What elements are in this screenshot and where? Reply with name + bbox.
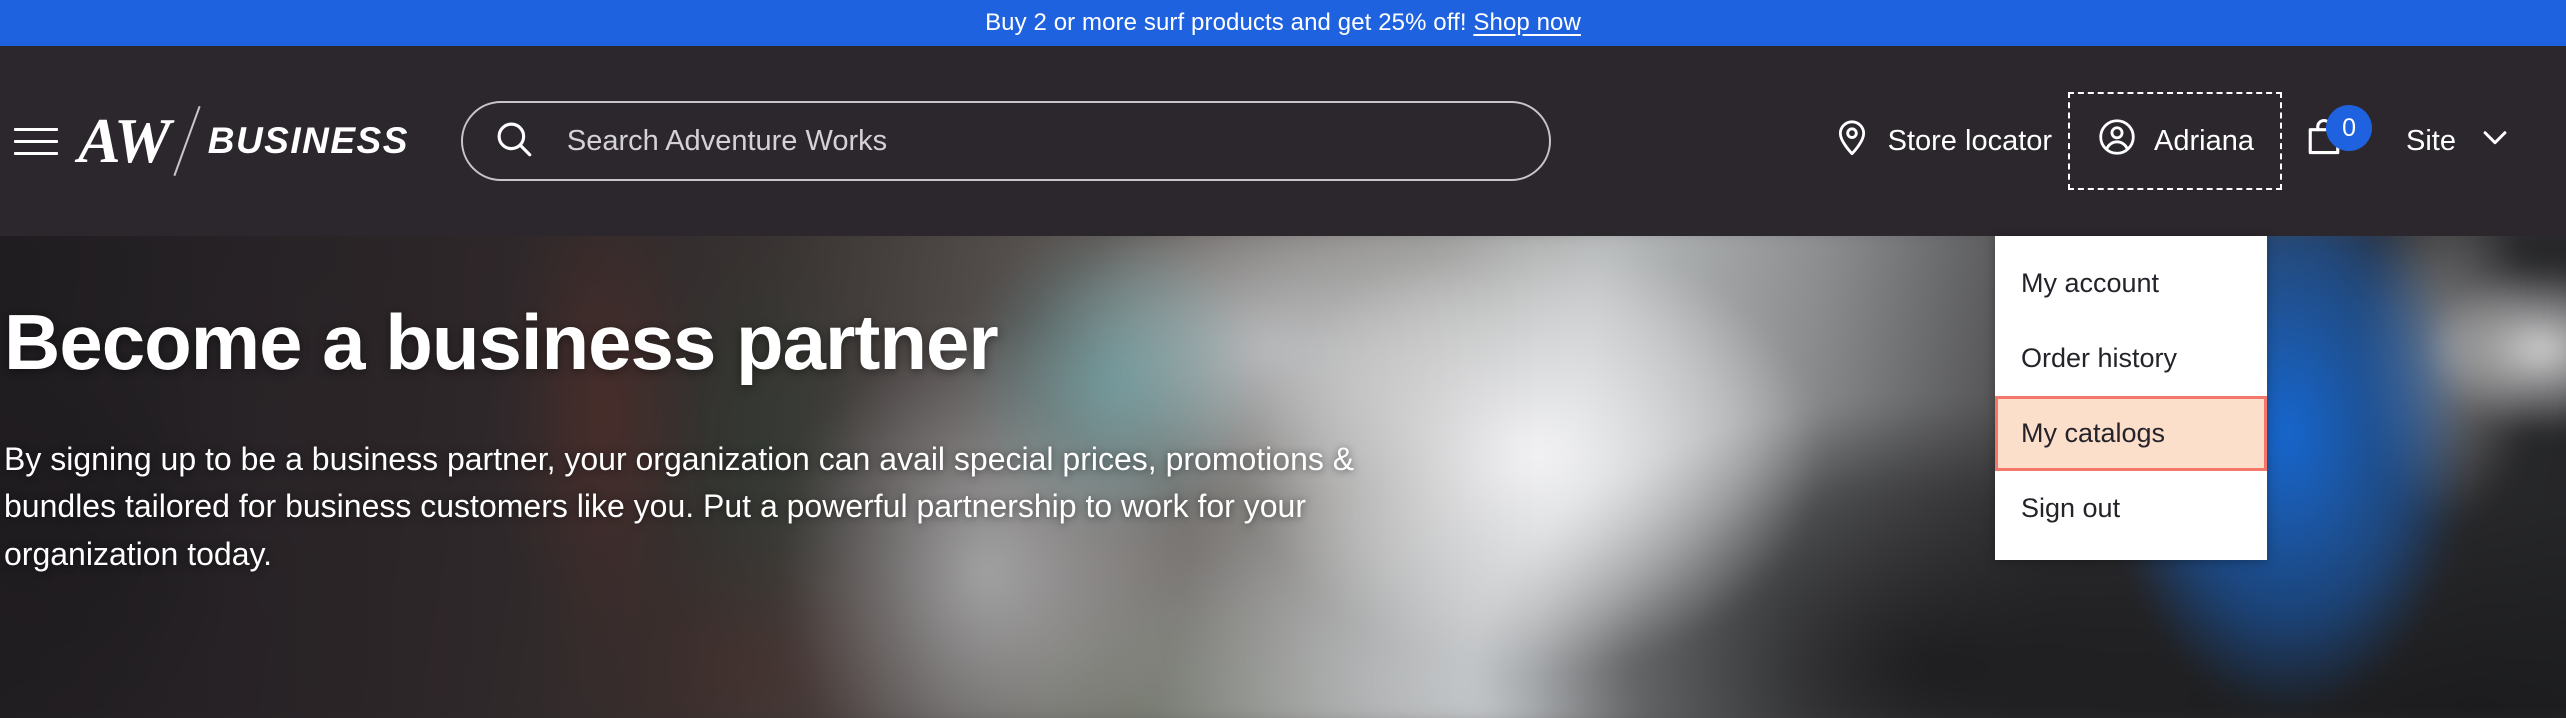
hamburger-line <box>14 127 58 131</box>
brand-logo[interactable]: AW BUSINESS <box>78 104 409 178</box>
menu-item-my-catalogs[interactable]: My catalogs <box>1995 396 2267 471</box>
search-icon <box>493 118 535 165</box>
account-button[interactable]: Adriana <box>2068 92 2283 190</box>
promo-banner: Buy 2 or more surf products and get 25% … <box>0 0 2566 46</box>
hamburger-menu-icon[interactable] <box>14 118 60 164</box>
brand-slash-divider <box>173 105 201 177</box>
account-dropdown-menu: My account Order history My catalogs Sig… <box>1995 236 2267 560</box>
search-box[interactable] <box>460 101 1551 181</box>
chevron-down-icon <box>2478 120 2512 162</box>
user-circle-icon <box>2096 116 2138 166</box>
hero-title: Become a business partner <box>4 298 999 386</box>
menu-item-my-account[interactable]: My account <box>1995 246 2267 321</box>
account-label: Adriana <box>2154 124 2255 157</box>
store-locator-button[interactable]: Store locator <box>1814 103 2070 179</box>
site-selector-label: Site <box>2406 124 2456 157</box>
store-locator-label: Store locator <box>1887 124 2053 157</box>
promo-shop-now-link[interactable]: Shop now <box>1473 9 1581 37</box>
location-pin-icon <box>1832 117 1872 165</box>
menu-item-order-history[interactable]: Order history <box>1995 321 2267 396</box>
brand-secondary-text: BUSINESS <box>207 120 409 161</box>
site-header: AW BUSINESS Store locator <box>0 46 2566 560</box>
site-selector-button[interactable]: Site <box>2380 106 2530 176</box>
cart-count-badge: 0 <box>2326 105 2373 151</box>
hero-content: Become a business partner By signing up … <box>0 236 1430 578</box>
hamburger-line <box>14 139 58 143</box>
promo-message: Buy 2 or more surf products and get 25% … <box>985 9 1474 36</box>
cart-button[interactable]: 0 <box>2280 101 2380 181</box>
hero-description: By signing up to be a business partner, … <box>4 440 1355 572</box>
header-nav: Store locator Adriana 0 Site <box>1814 92 2530 190</box>
hamburger-line <box>14 151 58 155</box>
menu-item-sign-out[interactable]: Sign out <box>1995 471 2267 546</box>
brand-primary-text: AW <box>78 105 171 176</box>
search-input[interactable] <box>566 124 1519 158</box>
